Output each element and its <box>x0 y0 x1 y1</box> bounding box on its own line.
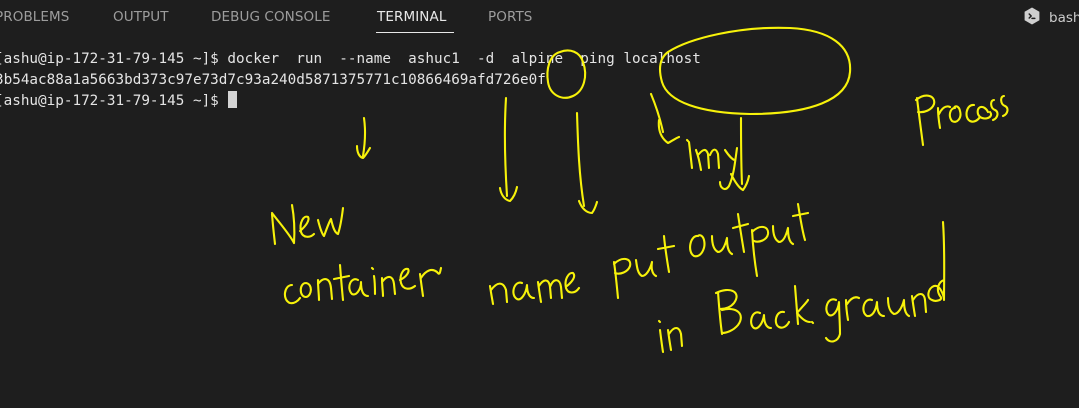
shell-label: bash <box>1049 10 1079 26</box>
panel-tab-bar: PROBLEMS OUTPUT DEBUG CONSOLE TERMINAL P… <box>0 0 1079 36</box>
active-tab-indicator <box>376 32 454 33</box>
terminal-output[interactable]: [ashu@ip-172-31-79-145 ~]$ docker run --… <box>0 49 1079 408</box>
tab-problems[interactable]: PROBLEMS <box>0 9 69 25</box>
vscode-panel: PROBLEMS OUTPUT DEBUG CONSOLE TERMINAL P… <box>0 0 1079 408</box>
terminal-line-prompt: [ashu@ip-172-31-79-145 ~]$ <box>0 91 238 111</box>
shell-selector[interactable]: bash <box>1022 6 1079 31</box>
terminal-shell-icon <box>1022 6 1042 31</box>
terminal-prompt-text: [ashu@ip-172-31-79-145 ~]$ <box>0 93 228 109</box>
tab-output[interactable]: OUTPUT <box>113 9 169 25</box>
tab-debug-console[interactable]: DEBUG CONSOLE <box>211 9 331 25</box>
tab-terminal[interactable]: TERMINAL <box>377 9 446 25</box>
terminal-cursor <box>228 91 238 108</box>
terminal-line-command: [ashu@ip-172-31-79-145 ~]$ docker run --… <box>0 51 701 67</box>
tab-ports[interactable]: PORTS <box>488 9 532 25</box>
terminal-line-container-id: 3b54ac88a1a5663bd373c97e73d7c93a240d5871… <box>0 72 546 88</box>
